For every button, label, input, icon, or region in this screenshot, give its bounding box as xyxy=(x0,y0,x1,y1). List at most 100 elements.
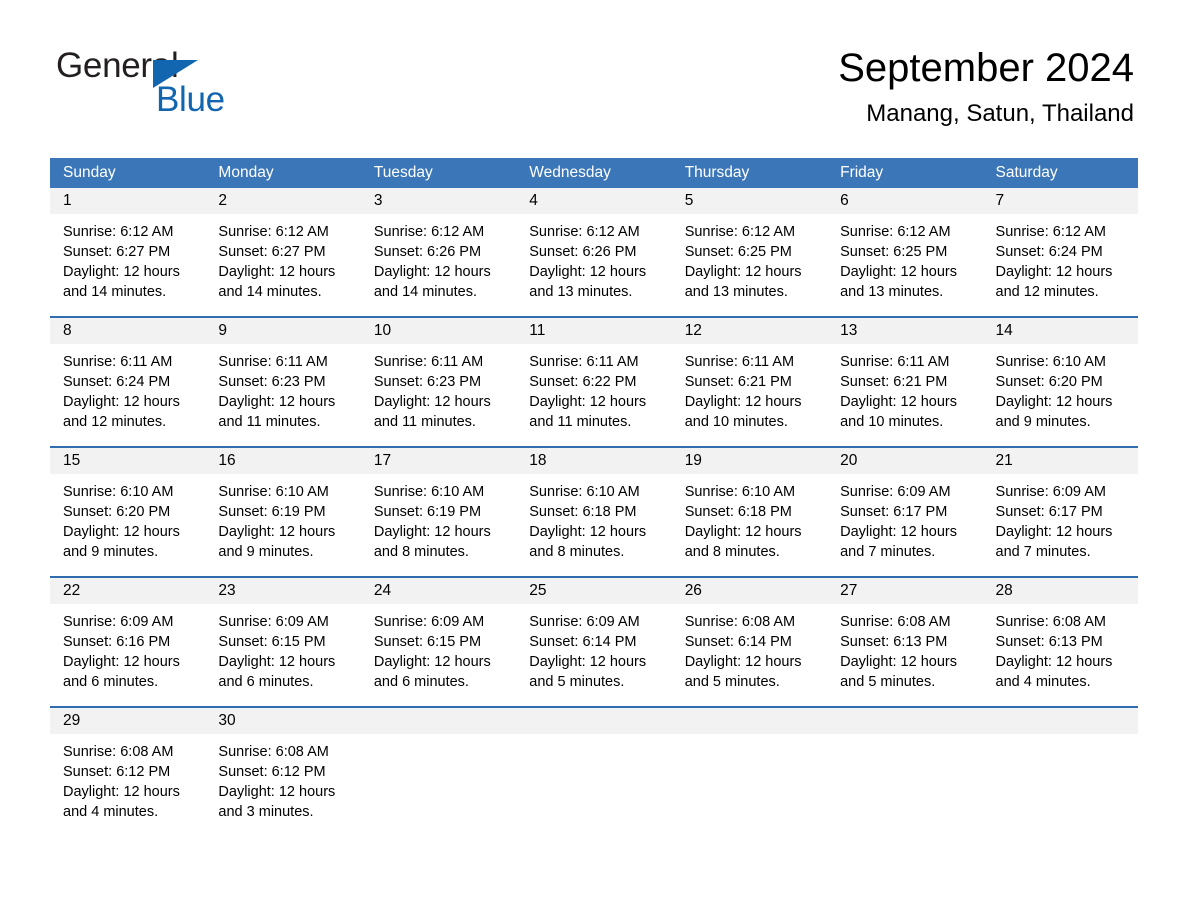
day-number xyxy=(827,708,983,734)
day-cell[interactable]: 7 Sunrise: 6:12 AM Sunset: 6:24 PM Dayli… xyxy=(982,188,1138,316)
day-number: 27 xyxy=(827,578,983,604)
sunrise-text: Sunrise: 6:11 AM xyxy=(373,354,484,370)
daylight-text-line1: Daylight: 12 hours xyxy=(840,654,957,670)
day-details: Sunrise: 6:10 AM Sunset: 6:18 PM Dayligh… xyxy=(516,474,671,576)
sunset-text: Sunset: 6:27 PM xyxy=(63,244,171,260)
sunrise-text: Sunrise: 6:11 AM xyxy=(840,354,950,370)
daylight-text-line2: and 10 minutes. xyxy=(840,414,944,430)
sunrise-text: Sunrise: 6:09 AM xyxy=(529,614,640,630)
day-cell[interactable]: 11 Sunrise: 6:11 AM Sunset: 6:22 PM Dayl… xyxy=(516,318,672,446)
day-number: 30 xyxy=(205,708,361,734)
day-cell[interactable]: 3 Sunrise: 6:12 AM Sunset: 6:26 PM Dayli… xyxy=(360,188,517,316)
day-cell[interactable]: 16 Sunrise: 6:10 AM Sunset: 6:19 PM Dayl… xyxy=(205,448,361,576)
sunrise-text: Sunrise: 6:09 AM xyxy=(995,484,1106,500)
sunrise-text: Sunrise: 6:09 AM xyxy=(218,614,329,630)
day-details: Sunrise: 6:10 AM Sunset: 6:20 PM Dayligh… xyxy=(983,344,1138,446)
day-cell[interactable]: 29 Sunrise: 6:08 AM Sunset: 6:12 PM Dayl… xyxy=(50,708,206,836)
day-cell[interactable]: 9 Sunrise: 6:11 AM Sunset: 6:23 PM Dayli… xyxy=(205,318,361,446)
sunrise-text: Sunrise: 6:12 AM xyxy=(684,224,796,240)
daylight-text-line2: and 7 minutes. xyxy=(840,544,936,560)
daylight-text-line2: and 9 minutes. xyxy=(995,414,1091,430)
day-cell[interactable]: 4 Sunrise: 6:12 AM Sunset: 6:26 PM Dayli… xyxy=(516,188,672,316)
sunset-text: Sunset: 6:23 PM xyxy=(218,374,326,390)
day-details: Sunrise: 6:11 AM Sunset: 6:23 PM Dayligh… xyxy=(361,344,516,446)
day-number: 8 xyxy=(50,318,206,344)
sunset-text: Sunset: 6:24 PM xyxy=(63,374,171,390)
daylight-text-line2: and 4 minutes. xyxy=(995,674,1091,690)
day-number: 20 xyxy=(827,448,983,474)
day-details: Sunrise: 6:12 AM Sunset: 6:24 PM Dayligh… xyxy=(983,214,1138,316)
day-details: Sunrise: 6:12 AM Sunset: 6:26 PM Dayligh… xyxy=(516,214,671,316)
sunset-text: Sunset: 6:17 PM xyxy=(995,504,1103,520)
day-cell[interactable]: 17 Sunrise: 6:10 AM Sunset: 6:19 PM Dayl… xyxy=(360,448,517,576)
daylight-text-line1: Daylight: 12 hours xyxy=(218,394,336,410)
calendar-page: General Blue September 2024 Manang, Satu… xyxy=(0,0,1188,918)
sunrise-text: Sunrise: 6:11 AM xyxy=(684,354,795,370)
sunrise-text: Sunrise: 6:11 AM xyxy=(218,354,328,370)
daylight-text-line2: and 10 minutes. xyxy=(684,414,788,430)
daylight-text-line2: and 11 minutes. xyxy=(373,414,476,430)
day-number: 2 xyxy=(205,188,361,214)
day-details: Sunrise: 6:08 AM Sunset: 6:12 PM Dayligh… xyxy=(50,734,205,836)
weekday-header-wednesday: Wednesday xyxy=(529,164,611,181)
sunset-text: Sunset: 6:15 PM xyxy=(218,634,326,650)
daylight-text-line1: Daylight: 12 hours xyxy=(218,654,336,670)
brand-name-blue: Blue xyxy=(156,80,225,119)
daylight-text-line2: and 14 minutes. xyxy=(218,284,322,300)
day-number: 18 xyxy=(516,448,672,474)
brand-logo[interactable]: General Blue xyxy=(56,48,316,118)
day-number: 26 xyxy=(671,578,828,604)
day-number: 3 xyxy=(360,188,517,214)
day-number xyxy=(671,708,828,734)
day-cell[interactable]: 19 Sunrise: 6:10 AM Sunset: 6:18 PM Dayl… xyxy=(671,448,828,576)
day-cell[interactable]: 18 Sunrise: 6:10 AM Sunset: 6:18 PM Dayl… xyxy=(516,448,672,576)
day-cell-empty xyxy=(671,708,828,836)
day-cell[interactable]: 26 Sunrise: 6:08 AM Sunset: 6:14 PM Dayl… xyxy=(671,578,828,706)
daylight-text-line2: and 3 minutes. xyxy=(218,804,314,820)
day-cell[interactable]: 13 Sunrise: 6:11 AM Sunset: 6:21 PM Dayl… xyxy=(827,318,983,446)
day-cell[interactable]: 24 Sunrise: 6:09 AM Sunset: 6:15 PM Dayl… xyxy=(360,578,517,706)
week-row: 8 Sunrise: 6:11 AM Sunset: 6:24 PM Dayli… xyxy=(50,316,1138,446)
day-details: Sunrise: 6:10 AM Sunset: 6:18 PM Dayligh… xyxy=(672,474,827,576)
day-details: Sunrise: 6:12 AM Sunset: 6:27 PM Dayligh… xyxy=(205,214,360,316)
day-cell[interactable]: 1 Sunrise: 6:12 AM Sunset: 6:27 PM Dayli… xyxy=(50,188,206,316)
sunrise-text: Sunrise: 6:09 AM xyxy=(840,484,951,500)
day-cell[interactable]: 22 Sunrise: 6:09 AM Sunset: 6:16 PM Dayl… xyxy=(50,578,206,706)
day-cell[interactable]: 20 Sunrise: 6:09 AM Sunset: 6:17 PM Dayl… xyxy=(827,448,983,576)
sunset-text: Sunset: 6:18 PM xyxy=(529,504,637,520)
sunrise-text: Sunrise: 6:10 AM xyxy=(529,484,640,500)
day-cell[interactable]: 6 Sunrise: 6:12 AM Sunset: 6:25 PM Dayli… xyxy=(827,188,983,316)
day-details: Sunrise: 6:12 AM Sunset: 6:27 PM Dayligh… xyxy=(50,214,205,316)
daylight-text-line1: Daylight: 12 hours xyxy=(218,264,336,280)
day-cell[interactable]: 21 Sunrise: 6:09 AM Sunset: 6:17 PM Dayl… xyxy=(982,448,1138,576)
sunrise-text: Sunrise: 6:12 AM xyxy=(995,224,1106,240)
day-cell[interactable]: 30 Sunrise: 6:08 AM Sunset: 6:12 PM Dayl… xyxy=(205,708,361,836)
day-cell[interactable]: 10 Sunrise: 6:11 AM Sunset: 6:23 PM Dayl… xyxy=(360,318,517,446)
day-cell[interactable]: 12 Sunrise: 6:11 AM Sunset: 6:21 PM Dayl… xyxy=(671,318,828,446)
day-cell[interactable]: 8 Sunrise: 6:11 AM Sunset: 6:24 PM Dayli… xyxy=(50,318,206,446)
day-cell[interactable]: 23 Sunrise: 6:09 AM Sunset: 6:15 PM Dayl… xyxy=(205,578,361,706)
daylight-text-line2: and 9 minutes. xyxy=(63,544,159,560)
day-cell-empty xyxy=(360,708,517,836)
sunrise-text: Sunrise: 6:09 AM xyxy=(63,614,174,630)
day-cell[interactable]: 25 Sunrise: 6:09 AM Sunset: 6:14 PM Dayl… xyxy=(516,578,672,706)
day-number xyxy=(982,708,1138,734)
sunrise-text: Sunrise: 6:10 AM xyxy=(218,484,329,500)
day-cell[interactable]: 2 Sunrise: 6:12 AM Sunset: 6:27 PM Dayli… xyxy=(205,188,361,316)
sunset-text: Sunset: 6:16 PM xyxy=(63,634,171,650)
day-cell[interactable]: 14 Sunrise: 6:10 AM Sunset: 6:20 PM Dayl… xyxy=(982,318,1138,446)
sunrise-text: Sunrise: 6:08 AM xyxy=(684,614,796,630)
daylight-text-line1: Daylight: 12 hours xyxy=(63,264,180,280)
day-cell[interactable]: 28 Sunrise: 6:08 AM Sunset: 6:13 PM Dayl… xyxy=(982,578,1138,706)
daylight-text-line2: and 4 minutes. xyxy=(63,804,159,820)
daylight-text-line1: Daylight: 12 hours xyxy=(840,394,957,410)
day-details: Sunrise: 6:11 AM Sunset: 6:24 PM Dayligh… xyxy=(50,344,205,446)
day-cell[interactable]: 5 Sunrise: 6:12 AM Sunset: 6:25 PM Dayli… xyxy=(671,188,828,316)
day-cell[interactable]: 15 Sunrise: 6:10 AM Sunset: 6:20 PM Dayl… xyxy=(50,448,206,576)
daylight-text-line2: and 9 minutes. xyxy=(218,544,314,560)
sunset-text: Sunset: 6:21 PM xyxy=(684,374,792,390)
day-details: Sunrise: 6:09 AM Sunset: 6:17 PM Dayligh… xyxy=(983,474,1138,576)
day-details: Sunrise: 6:10 AM Sunset: 6:19 PM Dayligh… xyxy=(361,474,516,576)
day-cell[interactable]: 27 Sunrise: 6:08 AM Sunset: 6:13 PM Dayl… xyxy=(827,578,983,706)
sunset-text: Sunset: 6:26 PM xyxy=(373,244,482,260)
